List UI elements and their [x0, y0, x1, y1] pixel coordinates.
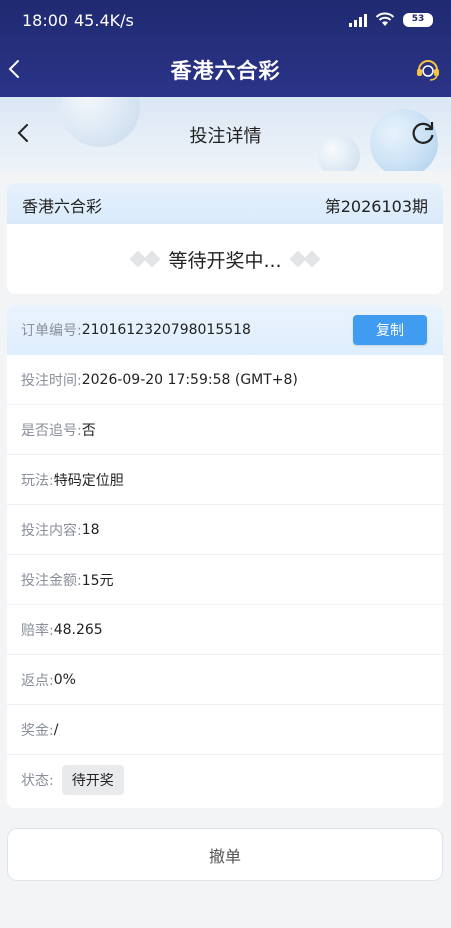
odds-label: 赔率:: [21, 622, 54, 639]
rebate-value: 0%: [53, 671, 76, 688]
order-number-value: 2101612320798015518: [81, 322, 251, 338]
lottery-period: 第2026103期: [324, 197, 428, 216]
order-number-row: 订单编号: 2101612320798015518 复制: [7, 305, 443, 355]
prize-value: /: [53, 721, 59, 738]
sub-header: 投注详情: [0, 97, 451, 171]
bet-time-value: 2026-09-20 17:59:58 (GMT+8): [81, 371, 298, 388]
bet-amount-value: 15元: [81, 572, 114, 589]
cancel-order-button[interactable]: 撤单: [7, 828, 443, 881]
bet-time-row: 投注时间: 2026-09-20 17:59:58 (GMT+8): [7, 355, 443, 405]
play-type-row: 玩法: 特码定位胆: [7, 455, 443, 505]
draw-status-text: 等待开奖中...: [168, 249, 282, 272]
lottery-card: 香港六合彩 第2026103期 等待开奖中...: [7, 183, 443, 294]
status-bar: 18:00 45.4K/s 53: [0, 0, 451, 40]
prize-label: 奖金:: [21, 722, 54, 739]
lottery-header: 香港六合彩 第2026103期: [7, 183, 443, 224]
play-type-value: 特码定位胆: [53, 472, 124, 489]
play-type-label: 玩法:: [21, 472, 54, 489]
status-badge: 待开奖: [61, 765, 124, 795]
diamond-decoration-icon: [129, 250, 161, 268]
status-row: 状态: 待开奖: [7, 755, 443, 805]
diamond-decoration-icon: [289, 250, 321, 268]
chase-value: 否: [81, 422, 96, 439]
order-number-label: 订单编号:: [21, 323, 82, 339]
copy-button[interactable]: 复制: [353, 315, 427, 345]
odds-value: 48.265: [53, 621, 103, 638]
chase-row: 是否追号: 否: [7, 405, 443, 455]
draw-status-row: 等待开奖中...: [7, 224, 443, 294]
bet-content-label: 投注内容:: [21, 522, 82, 539]
network-speed: 45.4K/s: [74, 11, 134, 30]
status-label: 状态:: [21, 773, 54, 789]
lottery-name: 香港六合彩: [22, 197, 103, 216]
chase-label: 是否追号:: [21, 422, 82, 439]
rebate-row: 返点: 0%: [7, 655, 443, 705]
status-time: 18:00: [22, 11, 69, 30]
page-title: 投注详情: [189, 126, 262, 147]
bet-details-card: 订单编号: 2101612320798015518 复制 投注时间: 2026-…: [7, 305, 443, 808]
bet-content-row: 投注内容: 18: [7, 505, 443, 555]
bet-amount-row: 投注金额: 15元: [7, 555, 443, 605]
odds-row: 赔率: 48.265: [7, 605, 443, 655]
bet-content-value: 18: [81, 521, 100, 538]
bet-time-label: 投注时间:: [21, 372, 82, 389]
app-header: 香港六合彩: [0, 44, 451, 94]
app-title: 香港六合彩: [170, 59, 281, 83]
signal-icon: [349, 13, 367, 27]
prize-row: 奖金: /: [7, 705, 443, 755]
rebate-label: 返点:: [21, 672, 54, 689]
wifi-icon: [375, 12, 395, 26]
battery-icon: 53: [403, 12, 433, 27]
customer-service-icon[interactable]: [415, 56, 441, 82]
status-icons: 53: [349, 12, 433, 27]
refresh-icon[interactable]: [409, 119, 437, 147]
bet-amount-label: 投注金额:: [21, 572, 82, 589]
app-top-bar: 18:00 45.4K/s 53 香港六合彩: [0, 0, 451, 97]
